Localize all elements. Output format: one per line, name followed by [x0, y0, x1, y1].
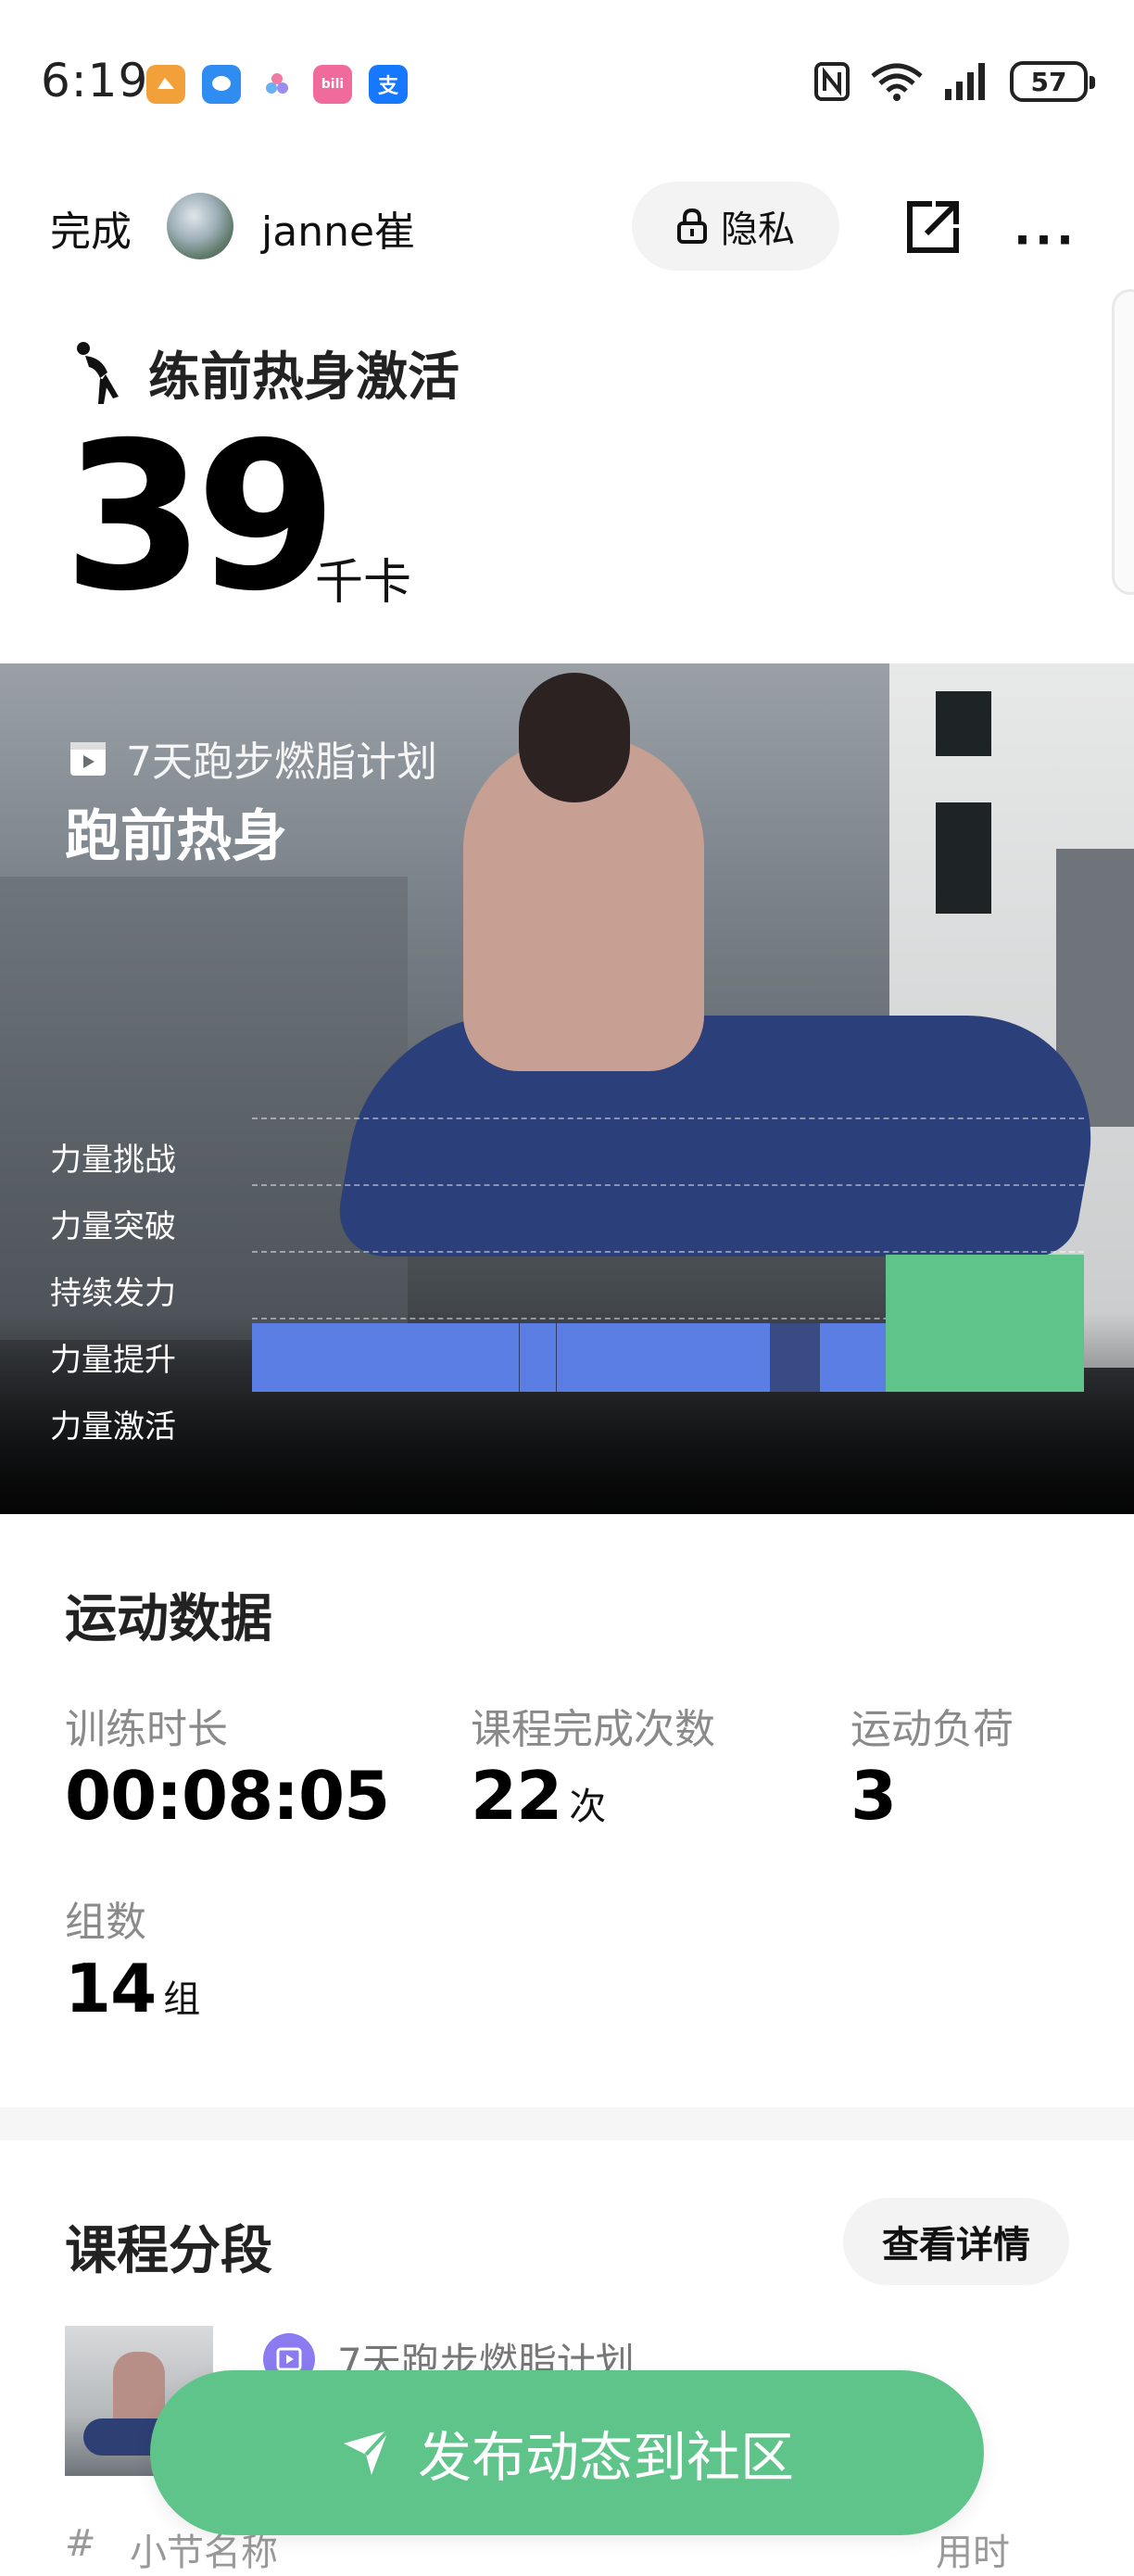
status-bar: 6:19 bili 支 57	[0, 0, 1134, 167]
stat-label-duration: 训练时长	[65, 1706, 228, 1753]
privacy-button[interactable]: 隐私	[632, 182, 839, 271]
stretching-person-icon	[77, 341, 119, 404]
workout-stats-section: 运动数据 训练时长 00:08:05 课程完成次数 22 次 运动负荷 3 组数 …	[0, 1514, 1134, 2107]
done-button[interactable]: 完成	[50, 198, 132, 258]
publish-label: 发布动态到社区	[417, 2426, 794, 2489]
chart-level-label: 持续发力	[50, 1275, 176, 1312]
chart-level-label: 力量提升	[50, 1342, 176, 1379]
top-header: 完成 janne崔 隐私 ···	[0, 176, 1134, 278]
stat-label-completions: 课程完成次数	[471, 1706, 715, 1753]
system-icons: 57	[813, 61, 1095, 102]
signal-icon	[945, 63, 985, 100]
chart-bar-segment	[886, 1255, 1084, 1392]
calories-unit: 千卡	[315, 555, 412, 611]
plan-row[interactable]: 7天跑步燃脂计划	[67, 728, 437, 788]
stat-value-duration: 00:08:05	[65, 1757, 390, 1835]
calories-value: 39	[63, 398, 337, 636]
chart-gridline	[252, 1251, 1084, 1253]
stat-label-sets: 组数	[65, 1899, 146, 1946]
chart-level-label: 力量激活	[50, 1408, 176, 1446]
stat-label-load: 运动负荷	[850, 1706, 1014, 1753]
nfc-icon	[814, 62, 850, 101]
intensity-chart	[252, 1118, 1084, 1392]
more-options-icon[interactable]: ···	[1014, 213, 1077, 267]
status-time: 6:19	[41, 54, 149, 107]
side-panel-handle[interactable]	[1112, 289, 1134, 595]
chart-bar-segment	[252, 1323, 520, 1392]
stat-value-sets: 14 组	[65, 1950, 200, 2027]
privacy-label: 隐私	[721, 208, 795, 251]
section-divider	[0, 2107, 1134, 2140]
building-window	[936, 802, 991, 914]
building-window	[936, 691, 991, 756]
session-title: 跑前热身	[65, 804, 287, 869]
publish-to-community-button[interactable]: 发布动态到社区	[150, 2370, 984, 2535]
chart-gridline	[252, 1118, 1084, 1119]
stat-unit: 组	[163, 1978, 200, 2021]
wifi-icon	[871, 63, 923, 101]
athlete-figure-head	[519, 673, 630, 802]
battery-indicator: 57	[1010, 61, 1095, 102]
stat-number: 00:08:05	[65, 1757, 390, 1835]
bilibili-icon: bili	[313, 65, 352, 104]
view-details-button[interactable]: 查看详情	[843, 2198, 1069, 2285]
segments-section-title: 课程分段	[65, 2221, 272, 2281]
chat-app-icon	[202, 65, 241, 104]
stat-value-load: 3	[850, 1757, 897, 1835]
lock-icon	[677, 208, 707, 244]
stat-unit: 次	[569, 1786, 606, 1828]
chart-level-label: 力量突破	[50, 1208, 176, 1245]
photos-app-icon	[258, 65, 296, 104]
avatar[interactable]	[167, 193, 233, 259]
share-icon[interactable]	[904, 198, 962, 256]
notification-icons: bili 支	[146, 65, 408, 104]
plan-calendar-icon	[70, 742, 106, 776]
stat-number: 3	[850, 1757, 897, 1835]
plan-name: 7天跑步燃脂计划	[126, 739, 437, 786]
chart-level-label: 力量挑战	[50, 1142, 176, 1179]
chart-bar-segment	[520, 1323, 557, 1392]
stats-section-title: 运动数据	[65, 1589, 272, 1649]
workout-hero-image: 7天跑步燃脂计划 跑前热身 力量挑战 力量突破 持续发力 力量提升 力量激活	[0, 663, 1134, 1514]
column-header-index: #	[65, 2522, 96, 2565]
chart-bar-segment	[820, 1323, 886, 1392]
chart-gridline	[252, 1184, 1084, 1186]
chart-bar-segment	[770, 1323, 821, 1392]
send-icon	[343, 2429, 390, 2475]
chart-bar-segment	[557, 1323, 770, 1392]
stat-number: 22	[471, 1757, 562, 1835]
alipay-icon: 支	[369, 65, 408, 104]
username[interactable]: janne崔	[261, 198, 415, 258]
stat-number: 14	[65, 1950, 157, 2027]
wallet-app-icon	[146, 65, 185, 104]
stat-value-completions: 22 次	[471, 1757, 606, 1835]
column-header-time: 用时	[936, 2532, 1010, 2574]
